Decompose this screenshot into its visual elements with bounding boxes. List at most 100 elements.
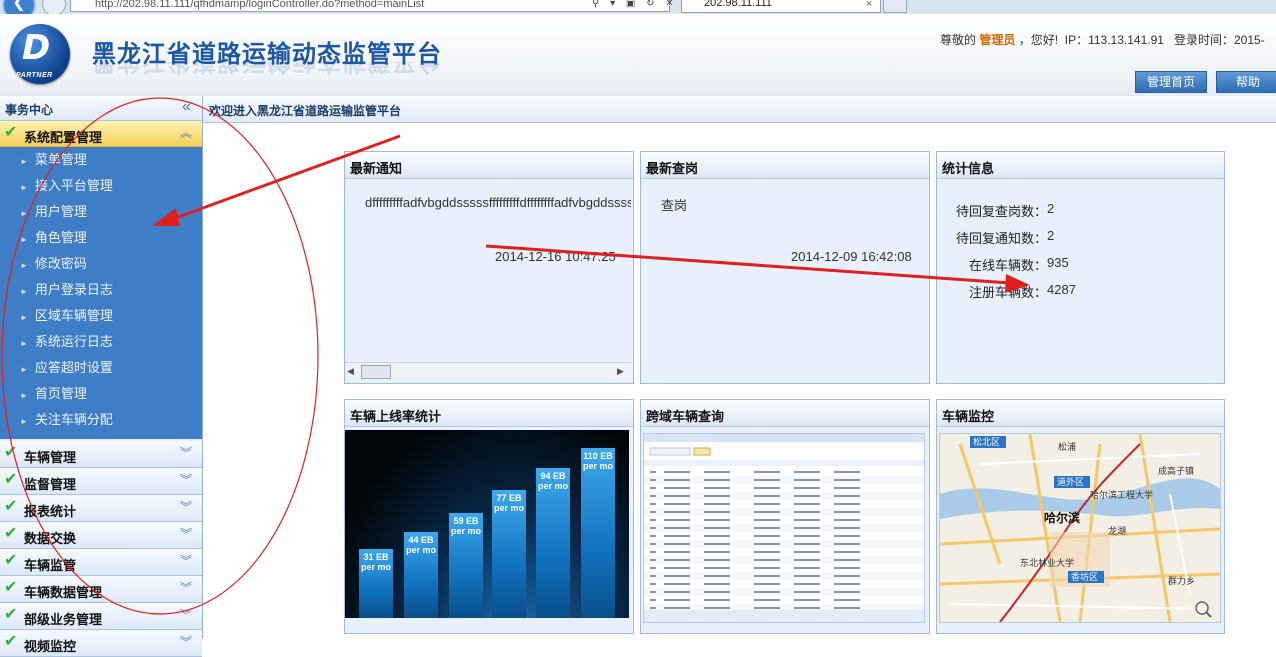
- bullet-icon: ►: [20, 339, 28, 348]
- bullet-icon: ►: [20, 313, 28, 322]
- sidebar-group-system-config[interactable]: ✔ 系统配置管理 ︽: [0, 121, 202, 147]
- chevron-down-icon[interactable]: ︾: [180, 498, 192, 515]
- thumbnail-cell: [754, 503, 780, 505]
- sidebar-title: 事务中心: [5, 103, 54, 117]
- map-thumbnail[interactable]: 松北区 松浦 道外区 哈尔滨工程大学 哈尔滨 香坊区 东北林业大学 群力乡 龙湖…: [939, 433, 1221, 623]
- submenu-item[interactable]: ► 用户登录日志: [20, 277, 113, 303]
- thumbnail-cell: [754, 479, 780, 481]
- submenu-item[interactable]: ► 系统运行日志: [20, 329, 113, 355]
- sidebar-group[interactable]: ✔ 监督管理 ︾: [0, 468, 202, 495]
- new-tab-button[interactable]: [883, 0, 907, 13]
- collapse-sidebar-icon[interactable]: «: [182, 98, 191, 116]
- submenu-item-label: 用户登录日志: [34, 282, 113, 297]
- thumbnail-cell: [754, 543, 780, 545]
- map-graphic: 松北区 松浦 道外区 哈尔滨工程大学 哈尔滨 香坊区 东北林业大学 群力乡 龙湖…: [940, 434, 1220, 622]
- main-content: 欢迎进入黑龙江省道路运输监管平台 最新通知 dfffffffffadfvbgdd…: [203, 96, 1276, 639]
- thumbnail-cell: [794, 535, 820, 537]
- submenu-item[interactable]: ► 区域车辆管理: [20, 303, 113, 329]
- sidebar-group[interactable]: ✔ 车辆监管 ︾: [0, 549, 202, 576]
- thumbnail-cell: [704, 543, 730, 545]
- chevron-down-icon[interactable]: ︾: [180, 579, 192, 596]
- thumbnail-cell: [754, 511, 780, 513]
- thumbnail-cell: [664, 479, 690, 481]
- panel-header: 最新查岗: [641, 152, 929, 179]
- thumbnail-cell: [650, 527, 656, 529]
- submenu-item[interactable]: ► 用户管理: [20, 199, 87, 225]
- thumbnail-cell: [794, 519, 820, 521]
- stat-value: 4287: [1047, 282, 1076, 297]
- chart-bar: 44 EB per mo: [404, 532, 438, 618]
- thumbnail-cell: [704, 559, 730, 561]
- check-icon: ✔: [4, 633, 18, 650]
- map-label: 东北林业大学: [1020, 557, 1074, 568]
- thumbnail-cell: [834, 607, 860, 609]
- home-button[interactable]: 管理首页: [1135, 71, 1207, 93]
- scroll-right-icon[interactable]: ▶: [617, 366, 624, 377]
- thumbnail-cell: [664, 599, 690, 601]
- sidebar-group-label: 数据交换: [24, 531, 77, 546]
- thumbnail-cell: [754, 607, 780, 609]
- notice-text[interactable]: dfffffffffadfvbgddsssssfffffffffdfffffff…: [365, 195, 631, 210]
- bullet-icon: ►: [20, 183, 28, 192]
- sidebar-group[interactable]: ✔ 数据交换 ︾: [0, 522, 202, 549]
- chart-bar: 94 EB per mo: [536, 468, 570, 618]
- submenu-item-label: 修改密码: [34, 256, 87, 271]
- query-text[interactable]: 查岗: [661, 195, 687, 214]
- thumbnail-cell: [664, 559, 690, 561]
- chevron-down-icon[interactable]: ︾: [180, 633, 192, 650]
- address-bar-icons[interactable]: ⚲ ▾ ▣ ↻ ✕: [592, 0, 678, 9]
- browser-tab[interactable]: 202.98.11.111: [681, 0, 881, 13]
- submenu-item[interactable]: ► 菜单管理: [20, 147, 87, 173]
- sidebar-group[interactable]: ✔ 报表统计 ︾: [0, 495, 202, 522]
- submenu-item[interactable]: ► 应答超时设置: [20, 355, 113, 381]
- thumbnail-cell: [834, 527, 860, 529]
- panel-header: 跨域车辆查询: [641, 400, 929, 427]
- sidebar-group[interactable]: ✔ 车辆管理 ︾: [0, 441, 202, 468]
- map-label: 松浦: [1058, 441, 1076, 452]
- submenu-item-label: 关注车辆分配: [34, 412, 113, 427]
- thumbnail-cell: [650, 503, 656, 505]
- check-icon: ✔: [4, 444, 18, 461]
- sidebar-group[interactable]: ✔ 车辆数据管理 ︾: [0, 576, 202, 603]
- thumbnail-cell: [650, 479, 656, 481]
- bullet-icon: ►: [20, 391, 28, 400]
- submenu-item[interactable]: ► 首页管理: [20, 381, 87, 407]
- chart-bar: 31 EB per mo: [359, 549, 393, 618]
- submenu-item[interactable]: ► 关注车辆分配: [20, 407, 113, 433]
- submenu-item[interactable]: ► 修改密码: [20, 251, 87, 277]
- online-rate-chart-image[interactable]: 31 EB per mo 44 EB per mo 59 EB per mo 77 E…: [345, 430, 629, 618]
- thumbnail-cell: [754, 487, 780, 489]
- chevron-down-icon[interactable]: ︾: [180, 552, 192, 569]
- query-panel: 最新查岗 查岗 2014-12-09 16:42:08: [640, 151, 930, 384]
- tab-close-icon[interactable]: ×: [866, 0, 872, 10]
- check-icon: ✔: [4, 606, 18, 623]
- chart-bar: 77 EB per mo: [492, 490, 526, 618]
- chevron-down-icon[interactable]: ︾: [180, 606, 192, 623]
- sidebar-group[interactable]: ✔ 部级业务管理 ︾: [0, 603, 202, 630]
- greeting-prefix: 尊敬的: [940, 33, 977, 47]
- sidebar-group[interactable]: ✔ 视频监控 ︾: [0, 630, 202, 657]
- login-time-label: 登录时间：: [1173, 33, 1234, 47]
- address-bar[interactable]: http://202.98.11.111/qfhdmamp/loginContr…: [70, 0, 670, 12]
- chevron-down-icon[interactable]: ︾: [180, 471, 192, 488]
- thumbnail-cell: [834, 519, 860, 521]
- submenu-item[interactable]: ► 角色管理: [20, 225, 87, 251]
- chevron-down-icon[interactable]: ︾: [180, 444, 192, 461]
- help-button[interactable]: 帮助: [1216, 71, 1276, 93]
- submenu-item[interactable]: ► 接入平台管理: [20, 173, 113, 199]
- cross-region-thumbnail[interactable]: [643, 433, 925, 623]
- scroll-left-icon[interactable]: ◀: [347, 366, 354, 377]
- horizontal-scrollbar[interactable]: ◀ ▶: [345, 362, 631, 380]
- thumbnail-cell: [834, 591, 860, 593]
- thumbnail-cell: [704, 551, 730, 553]
- check-icon: ✔: [4, 552, 18, 569]
- thumbnail-cell: [650, 535, 656, 537]
- chevron-down-icon[interactable]: ︾: [180, 525, 192, 542]
- thumbnail-cell: [794, 495, 820, 497]
- thumbnail-cell: [754, 567, 780, 569]
- sidebar: 事务中心 « ✔ 系统配置管理 ︽ ► 菜单管理 ► 接入平台管理 ► 用户管理 ► 角…: [0, 96, 203, 657]
- thumbnail-cell: [650, 519, 656, 521]
- scroll-thumb[interactable]: [361, 365, 391, 379]
- chevron-up-icon[interactable]: ︽: [180, 124, 192, 141]
- thumbnail-cell: [754, 527, 780, 529]
